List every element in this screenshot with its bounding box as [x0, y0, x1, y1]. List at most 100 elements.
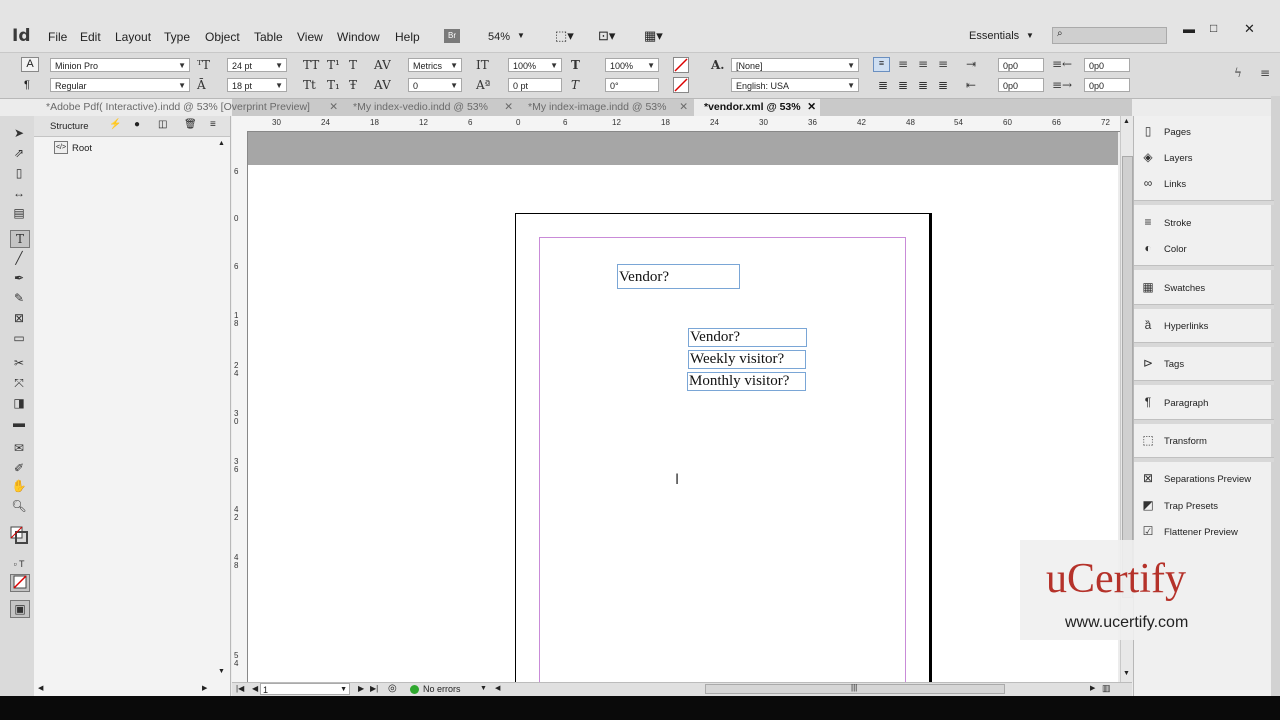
panel-stroke[interactable]: ≡ Stroke [1140, 215, 1191, 229]
text-frame-vendor[interactable]: Vendor? [688, 328, 807, 347]
lightning-icon[interactable]: ϟ [1234, 66, 1242, 80]
panel-menu-icon[interactable]: ≡ [1260, 66, 1270, 80]
skew-field[interactable]: 0° [605, 78, 659, 92]
arrange-documents-icon[interactable]: ▦▾ [644, 28, 663, 44]
panel-group-divider[interactable] [1134, 419, 1274, 424]
hand-tool-icon[interactable]: ✋ [10, 478, 28, 494]
search-input[interactable]: ⌕ [1052, 27, 1167, 44]
baseline-shift-field[interactable]: 0 pt [508, 78, 562, 92]
text-frame-monthly-visitor[interactable]: Monthly visitor? [687, 372, 806, 391]
apply-none-icon[interactable] [10, 574, 30, 592]
previous-page-icon[interactable]: ◀ [252, 684, 258, 693]
panel-group-divider[interactable] [1134, 457, 1274, 462]
tab-adobe-pdf[interactable]: *Adobe Pdf( Interactive).indd @ 53% [Ove… [36, 99, 342, 116]
direct-selection-tool-icon[interactable]: ⇗ [10, 145, 28, 161]
panel-paragraph[interactable]: ¶ Paragraph [1140, 395, 1209, 409]
justify-left-icon[interactable]: ≣ [878, 78, 888, 92]
page-number-field[interactable]: 1 ▼ [260, 683, 350, 695]
scroll-right-icon[interactable]: ▶ [202, 684, 207, 692]
font-size-field[interactable]: 24 pt ▼ [227, 58, 287, 72]
scrollbar-thumb[interactable] [1122, 156, 1133, 598]
close-tab-icon[interactable]: ✕ [329, 99, 338, 116]
panel-flattener-preview[interactable]: ☑ Flattener Preview [1140, 524, 1238, 538]
fill-none-icon[interactable] [673, 57, 689, 73]
tracking-field[interactable]: 0 ▼ [408, 78, 462, 92]
panel-layers[interactable]: ◈ Layers [1140, 150, 1192, 164]
free-transform-tool-icon[interactable]: ⤧ [10, 375, 28, 391]
justify-right-icon[interactable]: ≣ [918, 78, 928, 92]
menu-view[interactable]: View [297, 30, 323, 44]
scroll-left-icon[interactable]: ◀ [495, 684, 500, 692]
close-icon[interactable]: ✕ [1244, 21, 1255, 37]
type-tool-icon[interactable]: T [10, 230, 30, 248]
eyedropper-tool-icon[interactable]: ✐ [10, 460, 28, 476]
align-towards-spine-icon[interactable]: ≡ [938, 57, 948, 71]
tab-my-index-image[interactable]: *My index-image.indd @ 53% ✕ [518, 99, 692, 116]
last-page-icon[interactable]: ▶| [370, 684, 378, 693]
open-page-icon[interactable]: ◎ [388, 683, 397, 694]
rectangle-tool-icon[interactable]: ▭ [10, 330, 28, 346]
scroll-right-icon[interactable]: ▶ [1090, 684, 1095, 692]
scroll-down-icon[interactable]: ▼ [218, 668, 225, 675]
font-family-select[interactable]: Minion Pro ▼ [50, 58, 190, 72]
language-select[interactable]: English: USA ▼ [731, 78, 859, 92]
horizontal-scrollbar-thumb[interactable]: ||| [705, 683, 1005, 694]
pencil-tool-icon[interactable]: ✎ [10, 290, 28, 306]
fill-stroke-icon[interactable] [10, 526, 28, 544]
first-line-indent-field[interactable]: 0p0 [998, 78, 1044, 92]
leading-field[interactable]: 18 pt ▼ [227, 78, 287, 92]
workspace-switcher[interactable]: Essentials [969, 30, 1019, 42]
new-element-icon[interactable]: ◫ [158, 119, 167, 130]
maximize-icon[interactable]: □ [1210, 21, 1217, 35]
chevron-down-icon[interactable]: ▼ [517, 31, 525, 40]
font-style-select[interactable]: Regular ▼ [50, 78, 190, 92]
panel-swatches[interactable]: ▦ Swatches [1140, 280, 1205, 294]
pen-tool-icon[interactable]: ✒ [10, 270, 28, 286]
justify-center-icon[interactable]: ≣ [898, 78, 908, 92]
panel-menu-icon[interactable]: ≡ [210, 119, 216, 130]
menu-layout[interactable]: Layout [115, 30, 151, 44]
bridge-button[interactable]: Br [444, 29, 460, 43]
scissors-tool-icon[interactable]: ✂ [10, 355, 28, 371]
scroll-down-icon[interactable]: ▼ [1123, 670, 1130, 677]
first-page-icon[interactable]: |◀ [236, 684, 244, 693]
close-tab-icon[interactable]: ✕ [807, 99, 816, 116]
menu-object[interactable]: Object [205, 30, 240, 44]
panel-color[interactable]: ◐ Color [1140, 241, 1186, 255]
panel-group-divider[interactable] [1134, 342, 1274, 347]
character-style-select[interactable]: [None] ▼ [731, 58, 859, 72]
text-frame-vendor-heading[interactable]: Vendor? [617, 264, 740, 289]
horizontal-ruler[interactable]: 30 24 18 12 6 0 6 12 18 24 30 36 42 48 5… [232, 116, 1120, 132]
preflight-status-text[interactable]: No errors [423, 684, 461, 694]
menu-window[interactable]: Window [337, 30, 380, 44]
close-tab-icon[interactable]: ✕ [679, 99, 688, 116]
gradient-swatch-tool-icon[interactable]: ◨ [10, 395, 28, 411]
menu-help[interactable]: Help [395, 30, 420, 44]
tab-vendor-xml[interactable]: *vendor.xml @ 53% ✕ [694, 99, 820, 116]
superscript-icon[interactable]: T¹ [327, 58, 340, 72]
zoom-level[interactable]: 54% [488, 31, 510, 43]
align-right-icon[interactable]: ≡ [918, 57, 928, 71]
scroll-up-icon[interactable]: ▲ [218, 140, 225, 147]
align-left-icon[interactable]: ≡ [873, 57, 890, 72]
all-caps-icon[interactable]: TT [303, 58, 319, 72]
panel-hyperlinks[interactable]: ȁ Hyperlinks [1140, 318, 1209, 332]
minimize-icon[interactable]: ▬ [1183, 22, 1195, 36]
zoom-tool-icon[interactable]: 🔍︎ [10, 498, 28, 514]
menu-table[interactable]: Table [254, 30, 283, 44]
split-window-icon[interactable]: ▥ [1102, 683, 1111, 694]
panel-links[interactable]: ∞ Links [1140, 176, 1186, 190]
content-collector-icon[interactable]: ▤ [10, 205, 28, 221]
horizontal-scale-field[interactable]: 100% ▼ [605, 58, 659, 72]
align-center-icon[interactable]: ≡ [898, 57, 908, 71]
menu-type[interactable]: Type [164, 30, 190, 44]
view-options-icon[interactable]: ⬚▾ [555, 28, 574, 44]
gradient-feather-tool-icon[interactable]: ▬ [10, 415, 28, 431]
panel-separations-preview[interactable]: ⊠ Separations Preview [1140, 471, 1251, 485]
vertical-ruler[interactable]: 6 0 6 1 8 2 4 3 0 3 6 4 2 4 8 5 4 [232, 131, 248, 682]
selection-tool-icon[interactable]: ➤ [10, 125, 28, 141]
text-frame-weekly-visitor[interactable]: Weekly visitor? [688, 350, 806, 369]
structure-root-element[interactable]: Root [72, 143, 92, 154]
line-tool-icon[interactable]: ╱ [10, 250, 28, 266]
subscript-icon[interactable]: T₁ [327, 78, 340, 92]
